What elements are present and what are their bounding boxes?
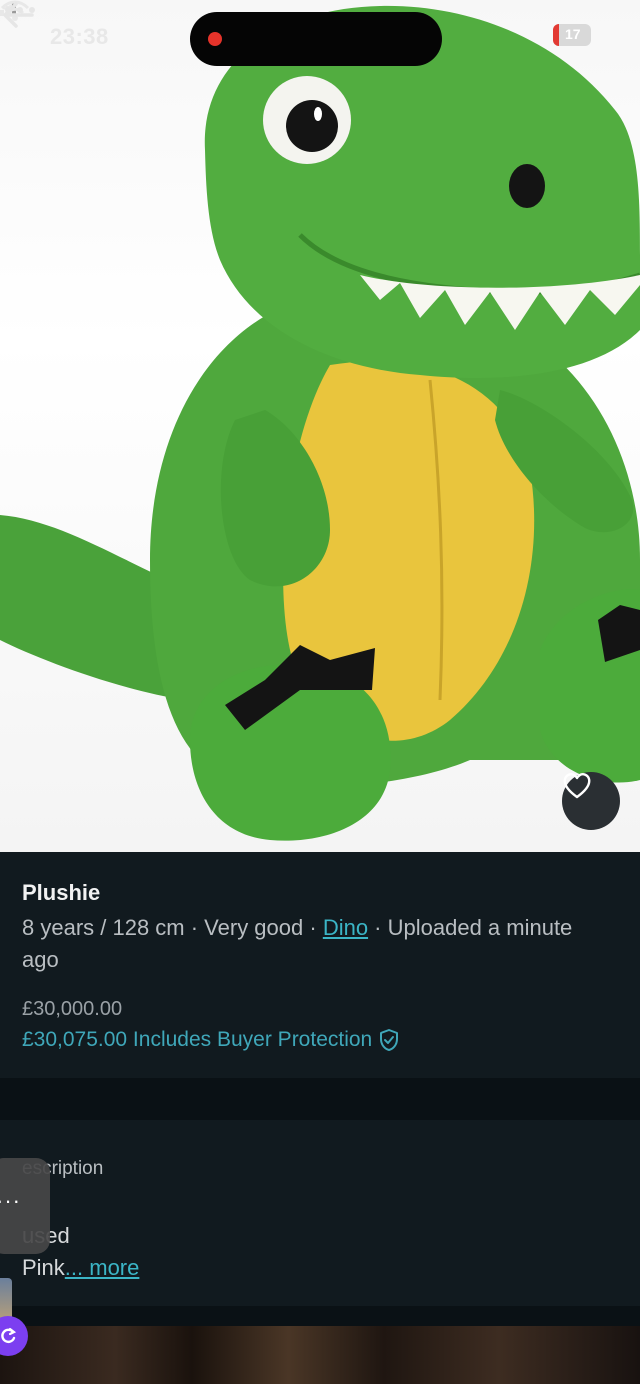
shield-check-icon xyxy=(380,1029,399,1051)
description-section: escription used Pink... more xyxy=(0,1120,640,1306)
floating-menu-panel[interactable]: ··· xyxy=(0,1158,50,1254)
item-meta-prefix: 8 years / 128 cm · Very good · xyxy=(22,915,323,940)
recording-indicator-icon xyxy=(208,32,222,46)
brand-link[interactable]: Dino xyxy=(323,915,368,940)
heart-icon xyxy=(563,773,591,799)
item-meta: 8 years / 128 cm · Very good · Dino · Up… xyxy=(22,912,582,976)
item-title: Plushie xyxy=(22,880,101,905)
battery-percent: 17 xyxy=(565,26,581,42)
battery-level xyxy=(553,24,560,46)
dinosaur-plush-image xyxy=(0,5,640,841)
description-line-2: Pink xyxy=(22,1255,65,1280)
dynamic-island xyxy=(190,12,442,66)
status-time: 23:38 xyxy=(50,24,109,49)
price-total-text: £30,075.00 Includes Buyer Protection xyxy=(22,1028,373,1051)
floating-menu-dots: ··· xyxy=(0,1188,21,1213)
favourite-button[interactable] xyxy=(562,772,620,830)
section-divider xyxy=(0,1078,640,1120)
battery-indicator: 17 xyxy=(553,24,591,46)
price-with-protection[interactable]: £30,075.00 Includes Buyer Protection xyxy=(22,1028,400,1052)
status-bar: 23:38 17 xyxy=(0,0,640,80)
refresh-icon xyxy=(1,1327,17,1344)
description-more-link[interactable]: ... more xyxy=(65,1255,140,1280)
next-listing-preview[interactable] xyxy=(0,1326,640,1384)
item-price: £30,000.00 xyxy=(22,998,123,1020)
section-divider xyxy=(0,1306,640,1326)
product-photo[interactable]: 23:38 17 xyxy=(0,0,640,852)
listing-details: Plushie 8 years / 128 cm · Very good · D… xyxy=(0,852,640,1078)
more-icon[interactable] xyxy=(0,0,40,20)
